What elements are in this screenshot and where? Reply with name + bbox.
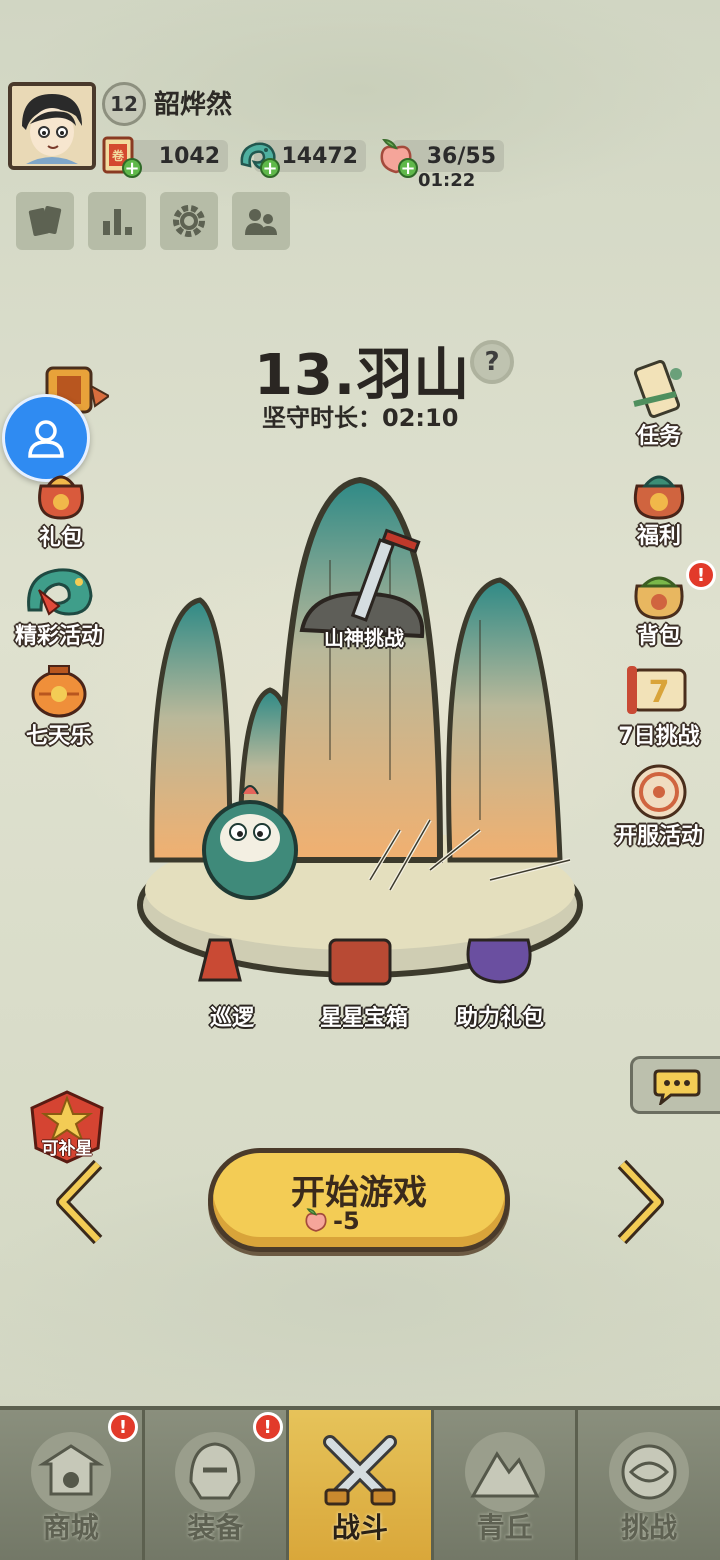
tab-battle[interactable]: 战斗 bbox=[289, 1410, 434, 1560]
add-scroll-button[interactable]: + bbox=[122, 158, 142, 179]
tab-equip-label: 装备 bbox=[187, 1511, 244, 1544]
start-game-cost: -5 bbox=[333, 1207, 360, 1235]
help-gift-button[interactable]: 助力礼包 bbox=[456, 1000, 544, 1032]
mountain-scene bbox=[137, 476, 583, 986]
settings-button[interactable] bbox=[160, 192, 218, 250]
rank-icon bbox=[103, 209, 132, 235]
gift-pack-label: 礼包 bbox=[38, 526, 83, 551]
chat-bubble-icon bbox=[653, 1069, 700, 1105]
tab-challenge-label: 挑战 bbox=[621, 1511, 678, 1544]
start-game-button[interactable]: 开始游戏 -5 bbox=[208, 1148, 510, 1252]
seven-challenge-button[interactable]: 7 7日挑战 bbox=[604, 660, 714, 750]
cards-button[interactable] bbox=[16, 192, 74, 250]
stamina-count: 36/55 bbox=[426, 143, 496, 169]
tab-qingqiu[interactable]: 青丘 bbox=[433, 1410, 579, 1560]
peach-cost-icon bbox=[305, 1208, 327, 1232]
user-icon bbox=[28, 420, 64, 458]
player-level-badge: 12 bbox=[102, 82, 146, 126]
next-stage-button[interactable] bbox=[616, 1160, 666, 1244]
gift-bag-icon bbox=[38, 475, 84, 520]
server-event-label: 开服活动 bbox=[614, 824, 703, 849]
jade-count: 14472 bbox=[281, 143, 358, 169]
guard-time: 坚守时长：02:10 bbox=[262, 404, 459, 432]
svg-text:7: 7 bbox=[649, 675, 670, 710]
server-event-button[interactable]: 开服活动 bbox=[604, 760, 714, 850]
player-avatar[interactable] bbox=[8, 82, 96, 170]
dragon-event-icon bbox=[27, 568, 93, 616]
gear-icon bbox=[173, 205, 205, 237]
star-chest-button[interactable]: 星星宝箱 bbox=[320, 1000, 408, 1032]
rank-button[interactable] bbox=[88, 192, 146, 250]
tab-battle-label: 战斗 bbox=[331, 1511, 388, 1544]
treasure-bag-icon bbox=[633, 475, 685, 520]
seven-challenge-label: 7日挑战 bbox=[618, 724, 700, 749]
seven-day-button[interactable]: 七天乐 bbox=[4, 660, 114, 750]
tab-challenge[interactable]: 挑战 bbox=[578, 1410, 720, 1560]
seven-day-label: 七天乐 bbox=[25, 724, 92, 749]
equip-alert-badge: ! bbox=[252, 1412, 283, 1442]
shop-alert-badge: ! bbox=[108, 1412, 138, 1442]
friends-icon bbox=[245, 209, 277, 235]
tasks-label: 任务 bbox=[636, 424, 681, 449]
tab-qingqiu-label: 青丘 bbox=[476, 1511, 533, 1544]
bottom-nav: ! 商城 ! 装备 战斗 青丘 挑战 bbox=[0, 1406, 720, 1560]
mountain-god-challenge[interactable]: 山神挑战 bbox=[300, 622, 428, 656]
stamina-timer: 01:22 bbox=[418, 170, 476, 191]
gift-pack-button[interactable]: 礼包 bbox=[6, 462, 116, 552]
bag-alert-badge: ! bbox=[686, 560, 716, 590]
events-button[interactable]: 精彩活动 bbox=[4, 560, 114, 650]
tab-equip[interactable]: ! 装备 bbox=[144, 1410, 290, 1560]
welfare-label: 福利 bbox=[636, 524, 681, 549]
star-refill-label: 可补星 bbox=[41, 1139, 93, 1159]
scroll-count: 1042 bbox=[158, 143, 220, 169]
backpack-icon bbox=[634, 576, 684, 620]
patrol-button[interactable]: 巡逻 bbox=[210, 1000, 254, 1032]
drum-icon bbox=[631, 764, 687, 820]
add-stamina-button[interactable]: + bbox=[398, 158, 418, 179]
tasks-button[interactable]: 任务 bbox=[604, 360, 714, 450]
scroll-task-icon bbox=[633, 360, 682, 418]
events-label: 精彩活动 bbox=[14, 624, 103, 649]
friends-button[interactable] bbox=[232, 192, 290, 250]
player-name: 韶烨然 bbox=[154, 90, 233, 120]
chat-button[interactable] bbox=[630, 1056, 720, 1114]
add-jade-button[interactable]: + bbox=[260, 158, 280, 179]
welfare-button[interactable]: 福利 bbox=[604, 460, 714, 550]
seven-day-scroll-icon: 7 bbox=[627, 666, 687, 714]
avatar-portrait-icon bbox=[12, 86, 92, 166]
svg-text:卷: 卷 bbox=[111, 148, 125, 163]
lantern-icon bbox=[31, 665, 87, 718]
previous-stage-button[interactable] bbox=[54, 1160, 104, 1244]
help-icon[interactable]: ? bbox=[470, 340, 514, 384]
tab-shop-label: 商城 bbox=[42, 1511, 99, 1544]
bag-label: 背包 bbox=[636, 624, 681, 649]
tab-shop[interactable]: ! 商城 bbox=[0, 1410, 145, 1560]
cards-icon bbox=[28, 205, 62, 237]
